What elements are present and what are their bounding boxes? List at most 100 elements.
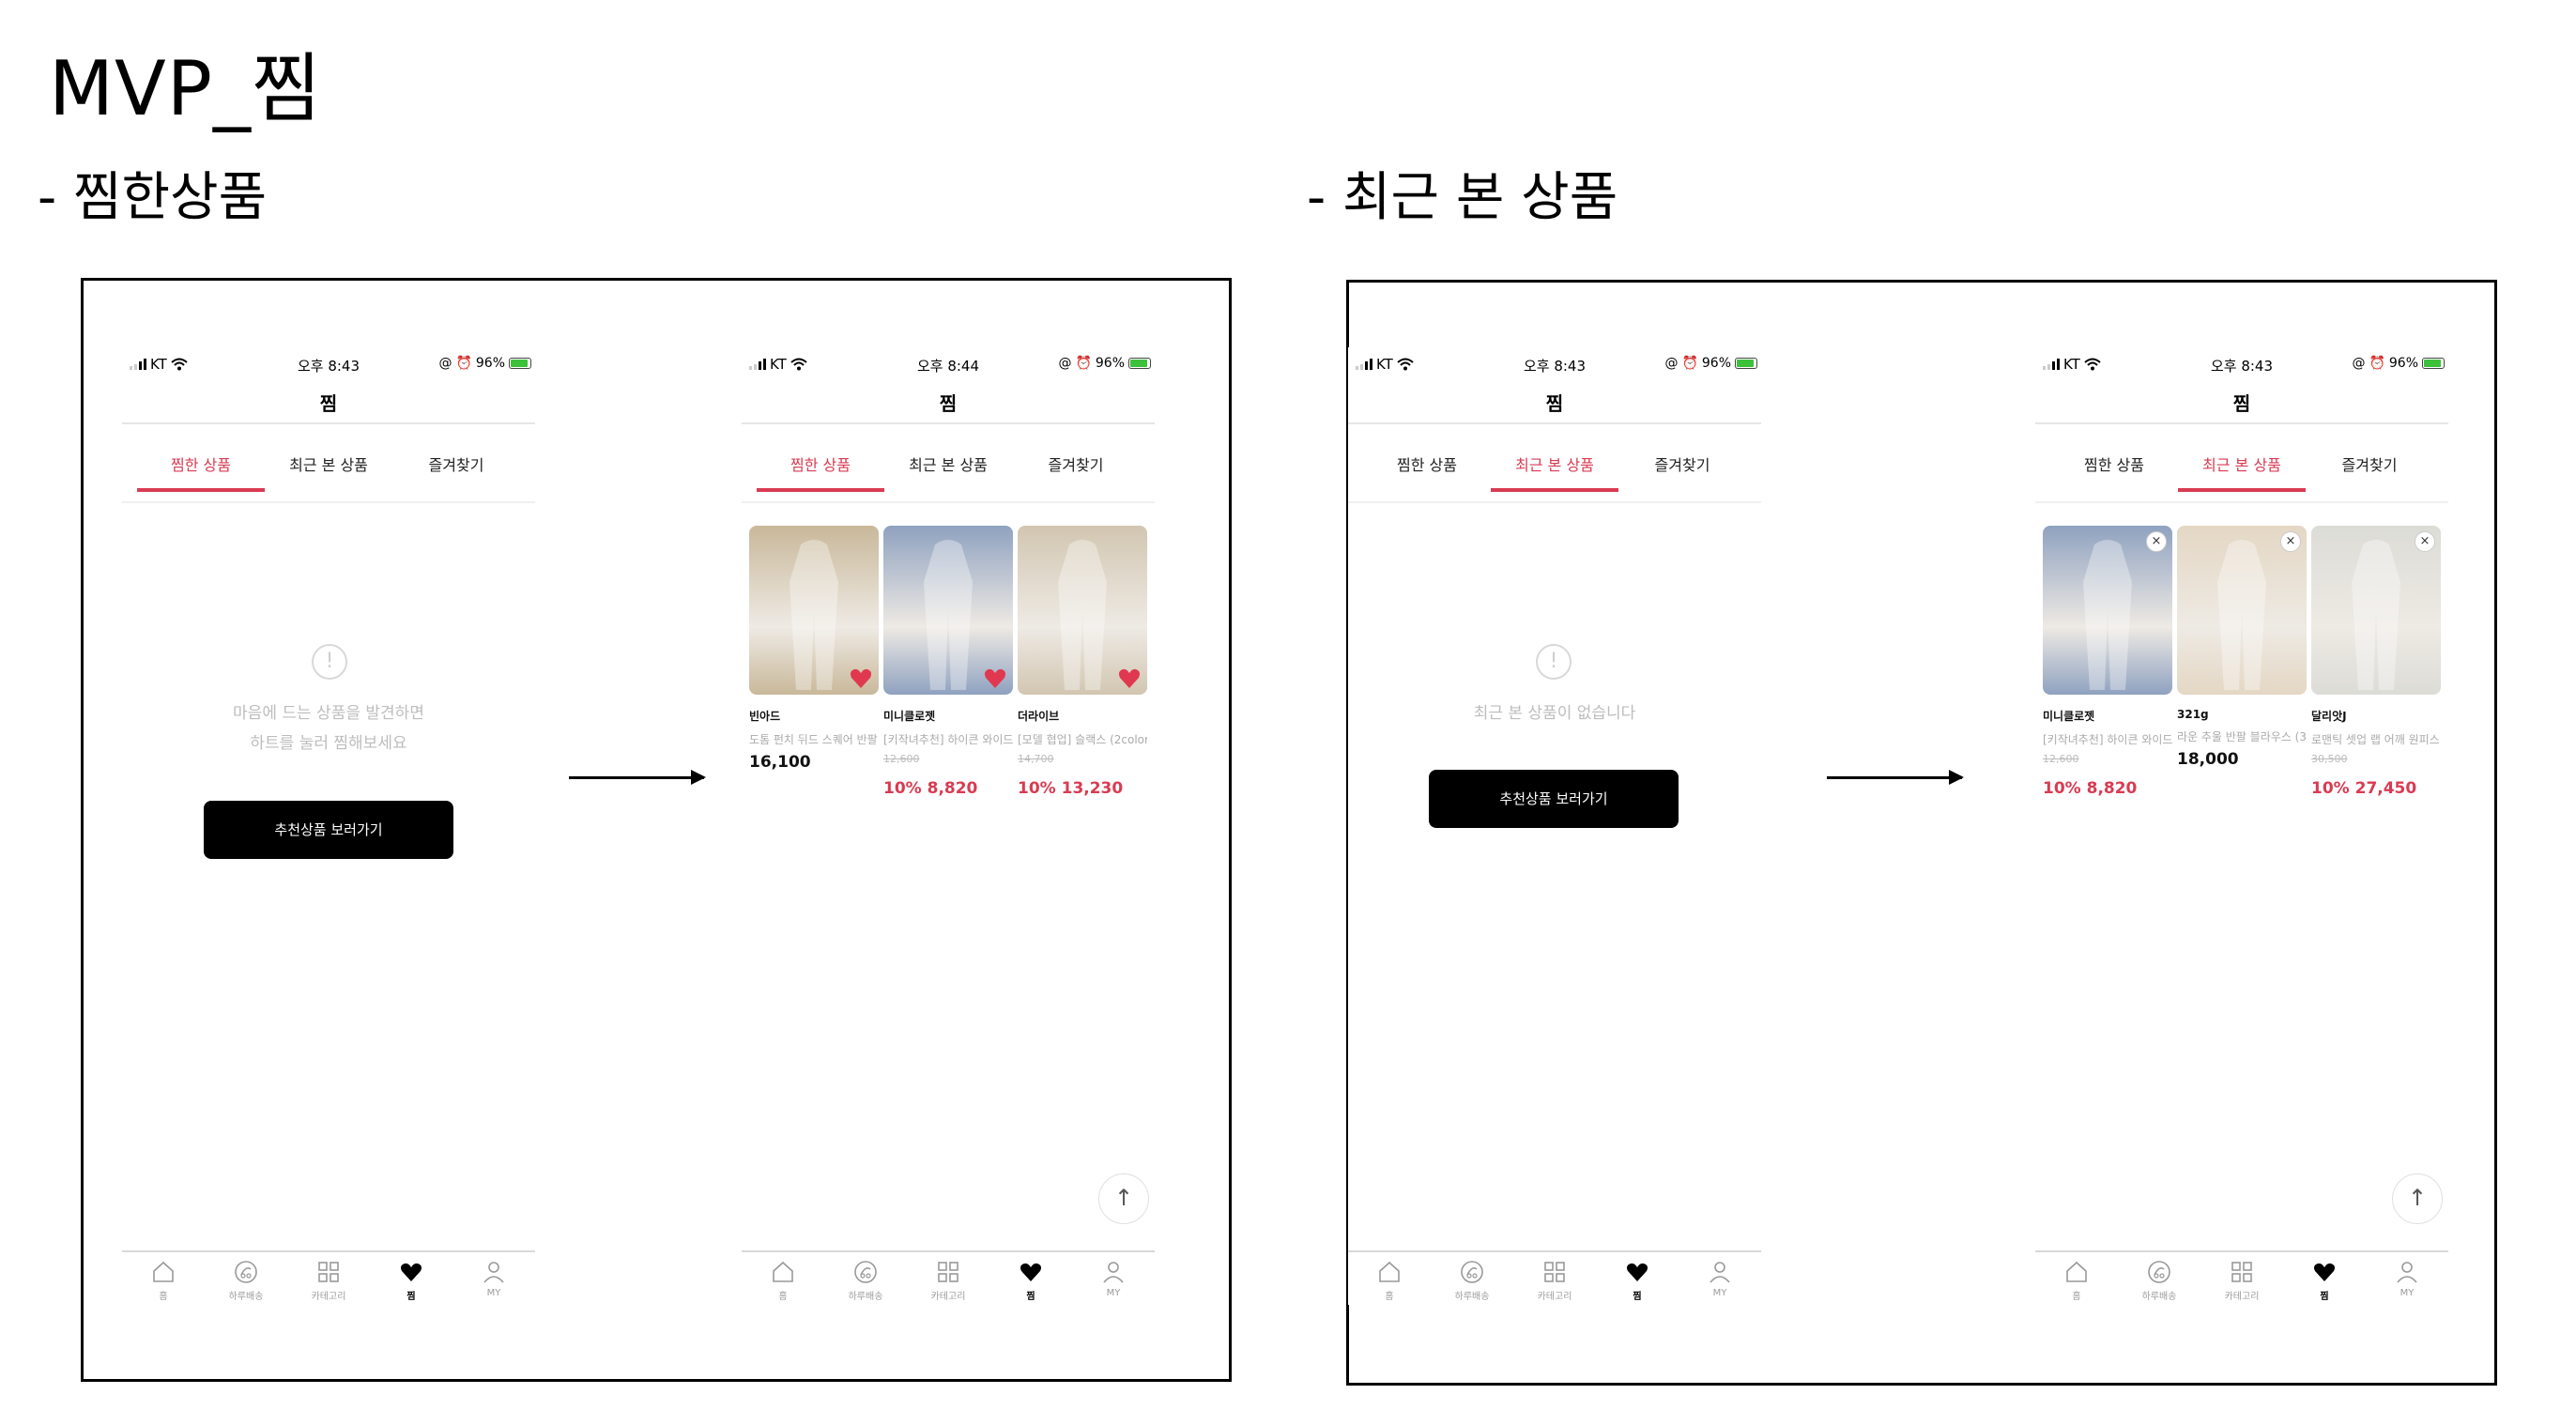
bottom-nav-liked[interactable]: 찜 xyxy=(1596,1260,1679,1302)
remove-item-button[interactable]: × xyxy=(2146,531,2167,552)
product-grid: × 미니클로젯 [키작녀추천] 하이큰 와이드 팬츠 12,600 10% 8,… xyxy=(2043,526,2441,807)
product-card[interactable]: × 321g 라운 추울 반팔 블라우스 (3color) 18,000 xyxy=(2177,526,2307,786)
tab-recent[interactable]: 최근 본 상품 xyxy=(1491,452,1618,475)
tab-active-indicator xyxy=(2178,488,2306,492)
status-bar: KT 오후 8:44 @ ⏰ 96% xyxy=(742,347,1155,381)
bottom-nav-label: MY xyxy=(2400,1288,2415,1298)
bottom-nav-liked[interactable]: 찜 xyxy=(2283,1260,2366,1302)
recommend-button[interactable]: 추천상품 보러가기 xyxy=(1429,770,1679,828)
bottom-nav-label: 홈 xyxy=(159,1292,168,1302)
tab-liked[interactable]: 찜한 상품 xyxy=(137,452,265,475)
bottom-nav-liked[interactable]: 찜 xyxy=(989,1260,1072,1302)
arrow-up-icon: ↑ xyxy=(2407,1185,2428,1211)
tab-liked[interactable]: 찜한 상품 xyxy=(1363,452,1491,475)
product-price: 18,000 xyxy=(2177,750,2239,769)
tab-liked[interactable]: 찜한 상품 xyxy=(757,452,884,475)
divider xyxy=(2035,422,2448,424)
heart-icon[interactable] xyxy=(849,667,873,689)
bottom-nav-label: 하루배송 xyxy=(228,1292,264,1302)
tab-favorites[interactable]: 즐겨찾기 xyxy=(1012,452,1140,475)
product-image[interactable]: × xyxy=(2177,526,2307,695)
close-icon: × xyxy=(2285,534,2296,548)
screen-recent-items: KT 오후 8:43 @ ⏰ 96% 찜 찜한 상품 최근 본 상품 즐겨찾기 × … xyxy=(2035,347,2448,1305)
empty-message-line1: 마음에 드는 상품을 발견하면 xyxy=(233,704,424,723)
product-image[interactable]: × xyxy=(2311,526,2441,695)
bottom-nav-label: 하루배송 xyxy=(2141,1292,2177,1302)
bottom-nav-home[interactable]: 홈 xyxy=(2035,1260,2118,1302)
bottom-nav-liked[interactable]: 찜 xyxy=(370,1260,452,1302)
category-icon xyxy=(938,1262,958,1282)
bottom-nav-label: 카테고리 xyxy=(2224,1292,2260,1302)
tab-active-indicator xyxy=(757,488,884,492)
tab-favorites[interactable]: 즐겨찾기 xyxy=(392,452,520,475)
status-right: @ ⏰ 96% xyxy=(2352,356,2445,371)
heart-icon[interactable] xyxy=(1117,667,1142,689)
scroll-top-button[interactable]: ↑ xyxy=(2392,1173,2443,1224)
info-icon: ! xyxy=(1536,644,1572,680)
product-card[interactable]: × 달리앗J 로맨틱 셋업 랩 어깨 원피스 30,500 10% 27,450 xyxy=(2311,526,2441,798)
bottom-nav-my[interactable]: MY xyxy=(2366,1260,2448,1298)
remove-item-button[interactable]: × xyxy=(2415,531,2435,552)
product-image[interactable] xyxy=(1018,526,1147,695)
product-brand: 미니클로젯 xyxy=(2043,710,2095,723)
bottom-nav-category[interactable]: 카테고리 xyxy=(287,1260,370,1302)
battery-icon xyxy=(1735,358,1757,369)
product-card[interactable]: 빈아드 도톰 펀치 뒤드 스퀘어 반팔 셔츠 (3color) 16,100 xyxy=(749,526,879,789)
product-card[interactable]: 미니클로젯 [키작녀추천] 하이큰 와이드 팬츠 12,600 10% 8,82… xyxy=(883,526,1013,798)
bottom-nav-label: 하루배송 xyxy=(848,1292,883,1302)
product-image[interactable]: × xyxy=(2043,526,2172,695)
bottom-nav-label: 카테고리 xyxy=(930,1292,966,1302)
product-card[interactable]: 더라이브 [모델 협업] 슬랙스 (2color) 팬츠 14,700 10% … xyxy=(1018,526,1147,798)
divider xyxy=(122,422,535,424)
bottom-nav-label: MY xyxy=(1712,1288,1727,1298)
product-discount-price: 10% 27,450 xyxy=(2311,779,2417,798)
tab-recent[interactable]: 최근 본 상품 xyxy=(884,452,1012,475)
tab-liked[interactable]: 찜한 상품 xyxy=(2050,452,2178,475)
tab-favorites[interactable]: 즐겨찾기 xyxy=(2306,452,2433,475)
product-discount-price: 10% 8,820 xyxy=(883,779,978,798)
remove-item-button[interactable]: × xyxy=(2280,531,2301,552)
heart-icon[interactable] xyxy=(983,667,1007,689)
bottom-nav-delivery[interactable]: 하루배송 xyxy=(205,1260,287,1302)
bottom-nav-category[interactable]: 카테고리 xyxy=(907,1260,989,1302)
product-name: [키작녀추천] 하이큰 와이드 팬츠 xyxy=(883,733,1013,746)
product-image[interactable] xyxy=(883,526,1013,695)
screen-recent-empty: KT 오후 8:43 @ ⏰ 96% 찜 찜한 상품 최근 본 상품 즐겨찾기 ! … xyxy=(1348,347,1761,1305)
product-name: [키작녀추천] 하이큰 와이드 팬츠 xyxy=(2043,733,2172,746)
product-card[interactable]: × 미니클로젯 [키작녀추천] 하이큰 와이드 팬츠 12,600 10% 8,… xyxy=(2043,526,2172,798)
heart-filled-icon xyxy=(401,1263,422,1281)
tab-recent[interactable]: 최근 본 상품 xyxy=(265,452,392,475)
bottom-nav-my[interactable]: MY xyxy=(1679,1260,1761,1298)
category-icon xyxy=(2231,1262,2252,1282)
recommend-button[interactable]: 추천상품 보러가기 xyxy=(204,801,453,859)
home-icon xyxy=(2066,1261,2087,1282)
bottom-nav-delivery[interactable]: 하루배송 xyxy=(824,1260,907,1302)
bottom-nav-home[interactable]: 홈 xyxy=(1348,1260,1431,1302)
bottom-nav-category[interactable]: 카테고리 xyxy=(2200,1260,2283,1302)
category-icon xyxy=(318,1262,339,1282)
product-name: 로맨틱 셋업 랩 어깨 원피스 xyxy=(2311,733,2440,746)
delivery-icon xyxy=(2148,1261,2170,1283)
product-name: 라운 추울 반팔 블라우스 (3color) xyxy=(2177,730,2307,743)
battery-icon xyxy=(509,358,531,369)
bottom-nav-home[interactable]: 홈 xyxy=(122,1260,205,1302)
tab-favorites[interactable]: 즐겨찾기 xyxy=(1618,452,1746,475)
bottom-nav-category[interactable]: 카테고리 xyxy=(1513,1260,1596,1302)
bottom-nav-label: 하루배송 xyxy=(1454,1292,1490,1302)
slide-title: MVP_찜 xyxy=(49,45,322,132)
bottom-nav-my[interactable]: MY xyxy=(1072,1260,1155,1298)
bottom-nav-home[interactable]: 홈 xyxy=(742,1260,824,1302)
product-original-price: 30,500 xyxy=(2311,753,2348,765)
tab-recent[interactable]: 최근 본 상품 xyxy=(2178,452,2306,475)
product-image[interactable] xyxy=(749,526,879,695)
tab-bar: 찜한 상품 최근 본 상품 즐겨찾기 xyxy=(2035,441,2448,498)
bottom-nav-my[interactable]: MY xyxy=(452,1260,535,1298)
bottom-nav-delivery[interactable]: 하루배송 xyxy=(2118,1260,2200,1302)
divider xyxy=(742,501,1155,503)
product-original-price: 14,700 xyxy=(1018,753,1054,765)
bottom-nav-delivery[interactable]: 하루배송 xyxy=(1431,1260,1513,1302)
info-icon: ! xyxy=(312,644,347,680)
scroll-top-button[interactable]: ↑ xyxy=(1098,1173,1149,1224)
alarm-icon: ⏰ xyxy=(1681,356,1698,371)
product-discount-price: 10% 13,230 xyxy=(1018,779,1124,798)
